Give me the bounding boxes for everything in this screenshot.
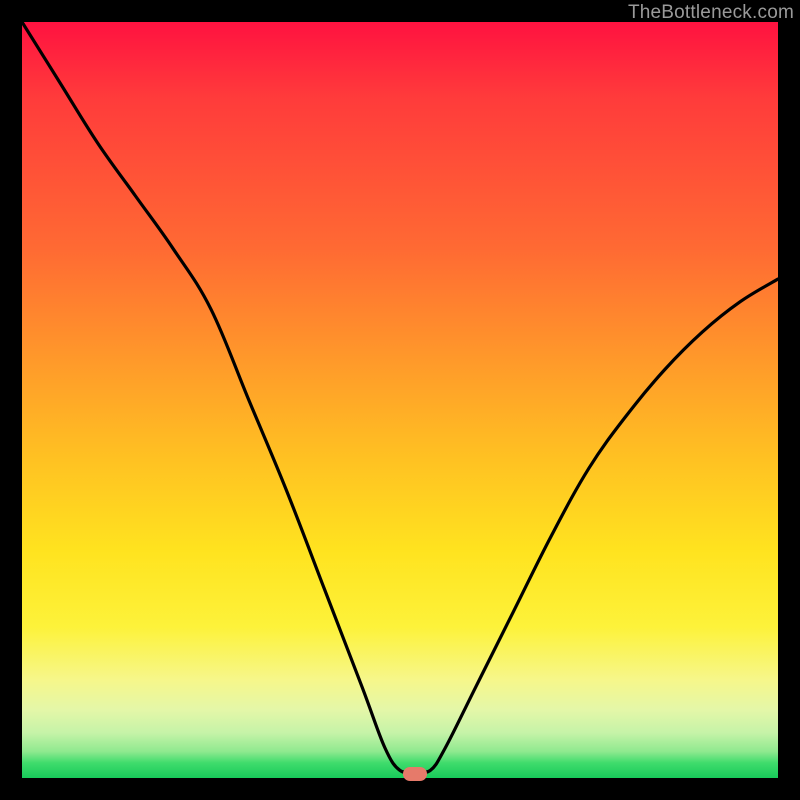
optimal-marker: [403, 767, 427, 781]
watermark-text: TheBottleneck.com: [628, 2, 794, 24]
chart-frame: TheBottleneck.com: [0, 0, 800, 800]
bottleneck-curve: [22, 22, 778, 778]
